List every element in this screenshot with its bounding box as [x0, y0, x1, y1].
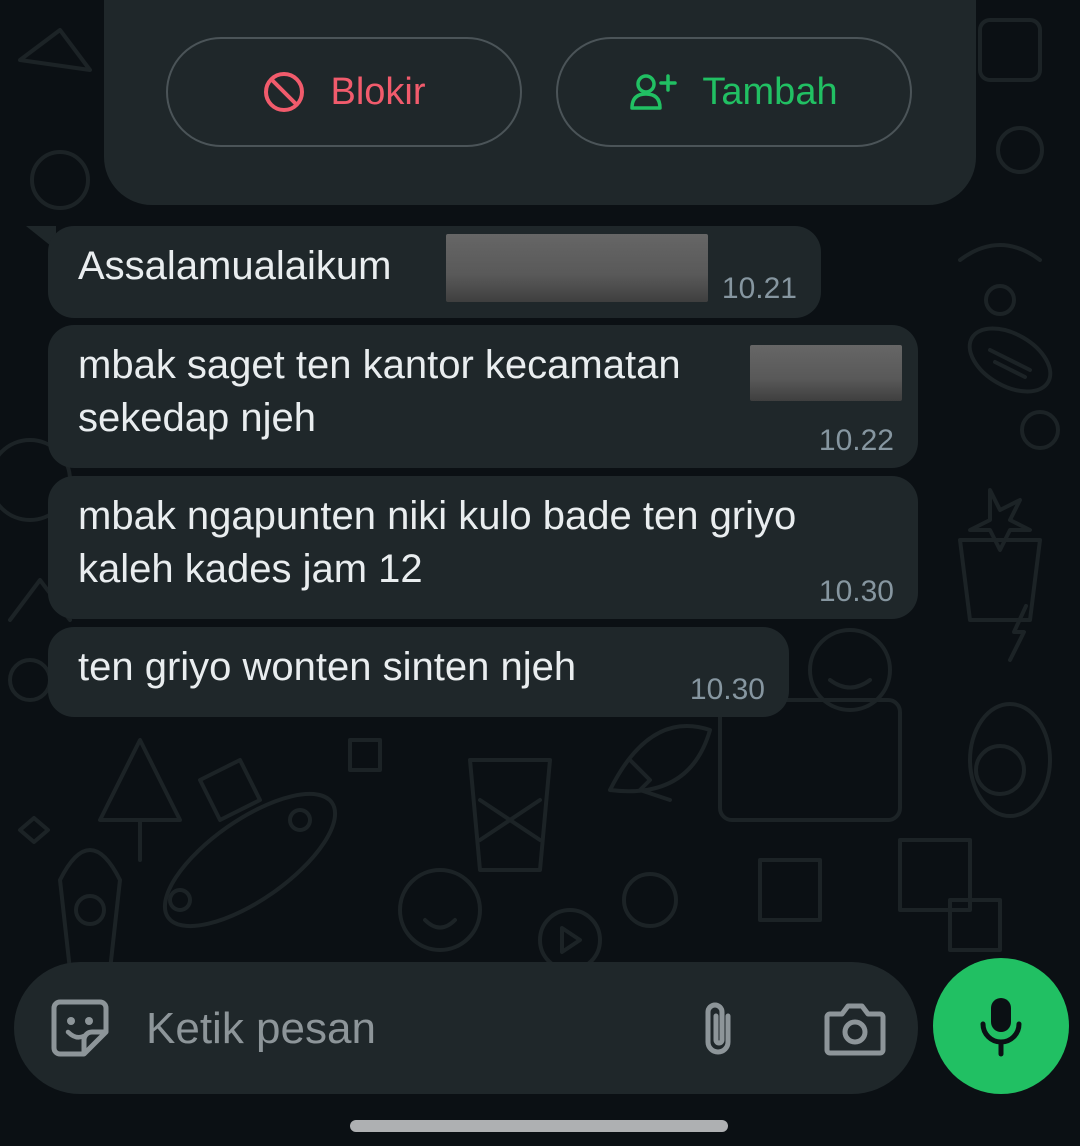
message-text: mbak ngapunten niki kulo bade ten griyo [78, 494, 797, 538]
message-text-line2: kaleh kades jam 12 [78, 547, 423, 591]
block-button[interactable]: Blokir [166, 37, 522, 147]
message-time: 10.30 [689, 673, 765, 706]
home-indicator[interactable] [350, 1120, 728, 1132]
attach-icon[interactable] [698, 998, 738, 1058]
message-text: ten griyo wonten sinten njeh [78, 645, 577, 689]
message-input[interactable]: Ketik pesan [146, 1004, 376, 1054]
mic-icon [980, 998, 1022, 1057]
message-bubble[interactable]: mbak ngapunten niki kulo bade ten griyo … [48, 476, 918, 619]
redacted-name [446, 234, 708, 302]
message-time: 10.21 [721, 272, 797, 305]
add-contact-button-label: Tambah [702, 70, 838, 113]
camera-icon[interactable] [824, 1002, 886, 1056]
block-icon [264, 72, 305, 112]
message-time: 10.22 [818, 424, 894, 457]
message-bubble[interactable]: ten griyo wonten sinten njeh 10.30 [48, 627, 789, 717]
redacted-place [750, 345, 902, 401]
sticker-icon[interactable] [50, 998, 110, 1058]
add-person-icon [630, 74, 678, 110]
voice-message-button[interactable] [933, 958, 1069, 1094]
message-composer[interactable]: Ketik pesan [14, 962, 918, 1094]
message-time: 10.30 [818, 575, 894, 608]
block-button-label: Blokir [330, 70, 426, 113]
add-contact-button[interactable]: Tambah [556, 37, 912, 147]
